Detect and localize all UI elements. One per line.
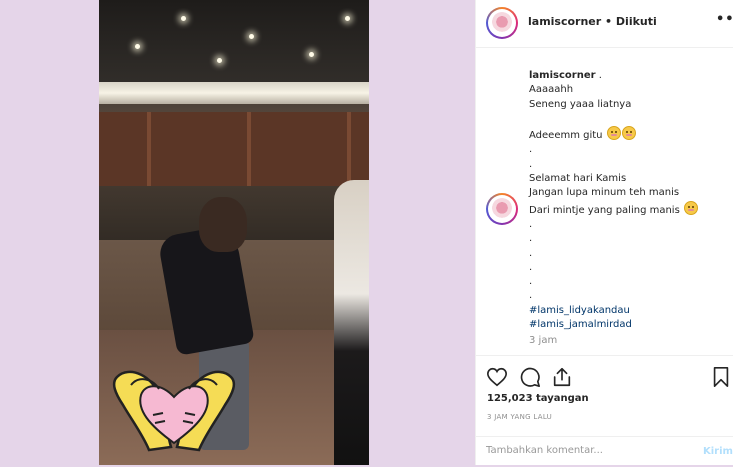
bookmark-icon[interactable] xyxy=(710,366,732,388)
caption-line: Seneng yaaa liatnya xyxy=(529,98,632,110)
header-username[interactable]: lamiscorner xyxy=(528,15,601,28)
caption-line-emoji: Dari mintje yang paling manis xyxy=(529,200,729,218)
post-actions: 125,023 tayangan 3 JAM YANG LALU Kirim xyxy=(476,355,733,466)
video-ceiling-light xyxy=(309,52,314,57)
caption-line: . xyxy=(529,233,533,245)
video-light-band xyxy=(99,82,369,104)
heart-icon[interactable] xyxy=(486,366,508,388)
grin-emoji-icon xyxy=(621,126,636,141)
grin-emoji-icon xyxy=(606,126,621,141)
caption-line xyxy=(529,112,729,126)
hashtag-link[interactable]: #lamis_jamalmirdad xyxy=(529,318,729,332)
grin-emoji-icon xyxy=(683,200,698,215)
video-wall xyxy=(99,112,369,192)
post-header: lamiscorner • Diikuti ••• xyxy=(476,0,733,48)
follow-status[interactable]: Diikuti xyxy=(616,15,657,28)
hashtag-link[interactable]: #lamis_lidyakandau xyxy=(529,304,729,318)
caption-line: . xyxy=(529,276,533,288)
caption-line: . xyxy=(529,158,533,170)
avatar[interactable] xyxy=(486,7,518,39)
caption-line: . xyxy=(529,290,533,302)
post-video[interactable] xyxy=(99,0,369,465)
header-account: lamiscorner • Diikuti xyxy=(528,15,657,28)
caption-line: . xyxy=(529,144,533,156)
comment-input[interactable] xyxy=(486,445,686,456)
caption-line: . xyxy=(598,70,602,81)
caption-line: Adeeemm gitu xyxy=(529,130,603,142)
avatar-image xyxy=(491,12,513,34)
video-ceiling-light xyxy=(217,58,222,63)
heart-hands-sticker-icon xyxy=(112,370,236,452)
caption-avatar[interactable] xyxy=(486,193,518,225)
avatar-image xyxy=(491,198,513,220)
post-time-ago: 3 JAM YANG LALU xyxy=(487,413,553,421)
send-comment-button[interactable]: Kirim xyxy=(703,446,733,457)
avatar-frame xyxy=(488,9,516,37)
caption-line: Selamat hari Kamis xyxy=(529,173,627,185)
caption-line: . xyxy=(529,218,533,230)
avatar-frame xyxy=(488,195,516,223)
post-caption: lamiscorner . Aaaaahh Seneng yaaa liatny… xyxy=(529,69,729,332)
caption-line: Aaaaahh xyxy=(529,84,574,96)
caption-line-emoji: Adeeemm gitu xyxy=(529,126,729,143)
comment-icon[interactable] xyxy=(519,366,541,388)
video-person-right xyxy=(334,180,369,465)
caption-line: . xyxy=(529,261,533,273)
video-ceiling-light xyxy=(345,16,350,21)
post-details-panel: lamiscorner • Diikuti ••• lamiscorner . … xyxy=(475,0,733,465)
view-count[interactable]: 125,023 tayangan xyxy=(487,393,589,404)
caption-first-line: lamiscorner . xyxy=(529,69,729,83)
video-ceiling-light xyxy=(181,16,186,21)
share-icon[interactable] xyxy=(551,366,573,388)
caption-line: . xyxy=(529,247,533,259)
caption-line: Jangan lupa minum teh manis xyxy=(529,187,680,199)
header-separator: • xyxy=(605,15,613,28)
caption-username[interactable]: lamiscorner xyxy=(529,70,596,81)
caption-timestamp[interactable]: 3 jam xyxy=(529,335,557,346)
video-ceiling-light xyxy=(249,34,254,39)
video-person-head xyxy=(199,197,247,252)
comment-form: Kirim xyxy=(476,436,733,467)
more-horizontal-icon[interactable]: ••• xyxy=(716,12,733,27)
caption-line: Dari mintje yang paling manis xyxy=(529,204,680,216)
video-ceiling-light xyxy=(135,44,140,49)
